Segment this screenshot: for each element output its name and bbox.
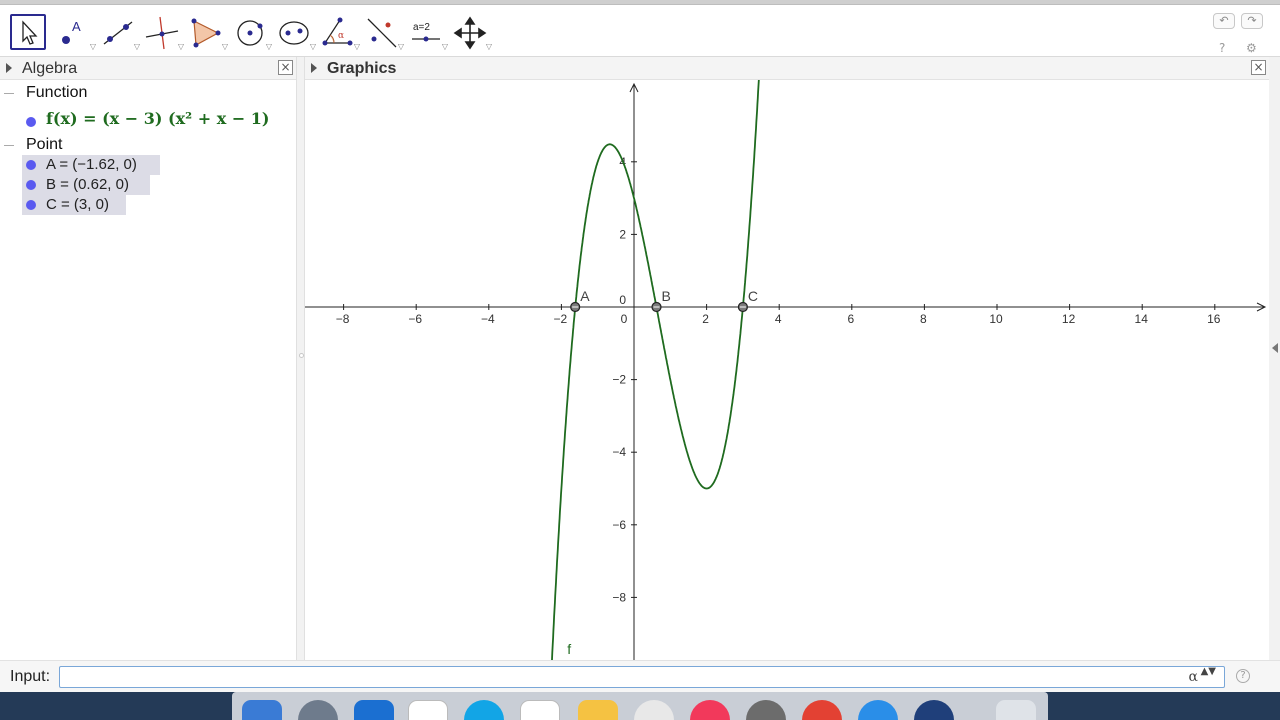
svg-text:a=2: a=2 (413, 22, 430, 33)
slider-tool-button[interactable]: a=2 ▽ (407, 14, 448, 51)
point-a-text: A = (−1.62, 0) (46, 156, 137, 173)
input-field[interactable]: α ▲▼ (59, 666, 1225, 688)
circle-with-center-icon (237, 20, 263, 46)
symbol-table-button[interactable]: α (1189, 669, 1198, 685)
redo-button[interactable]: ↷ (1241, 13, 1263, 29)
trash-dock-icon[interactable] (996, 700, 1036, 720)
visibility-toggle-icon[interactable] (26, 117, 36, 127)
category-function[interactable]: Function (0, 84, 296, 104)
algebra-title-bar: Algebra × (0, 57, 296, 80)
point-tool-button[interactable]: A ▽ (55, 14, 96, 51)
sidebar-toggle[interactable] (1269, 57, 1280, 660)
point-b-item[interactable]: B = (0.62, 0) (22, 175, 150, 195)
point-c-label: C (748, 288, 758, 304)
y-tick-label: −8 (612, 590, 626, 604)
angle-tool-button[interactable]: α ▽ (319, 14, 360, 51)
visibility-toggle-icon[interactable] (26, 200, 36, 210)
drive-dock-icon[interactable] (578, 700, 618, 720)
category-point[interactable]: Point (0, 136, 296, 156)
visibility-toggle-icon[interactable] (26, 180, 36, 190)
undo-button[interactable]: ↶ (1213, 13, 1235, 29)
graphics-title: Graphics (327, 60, 397, 77)
function-f-label: f (567, 641, 571, 657)
reflect-about-line-icon (367, 18, 397, 48)
input-help-icon[interactable]: ? (1236, 669, 1250, 683)
point-b-label: B (662, 288, 671, 304)
x-tick-label: −6 (408, 312, 422, 326)
x-tick-label: −8 (336, 312, 350, 326)
x-tick-label: 2 (702, 312, 709, 326)
geogebra-dock-icon[interactable] (520, 700, 560, 720)
y-tick-label: −6 (612, 518, 626, 532)
algebra-view: Algebra × Function f(x) = (x − 3) (x² + … (0, 57, 296, 660)
category-function-label: Function (26, 84, 88, 101)
close-graphics-button[interactable]: × (1251, 60, 1266, 75)
finder-dock-icon[interactable] (242, 700, 282, 720)
x-tick-label: 16 (1207, 312, 1221, 326)
x-tick-label: 4 (775, 312, 782, 326)
line-tool-button[interactable]: ▽ (99, 14, 140, 51)
panel-splitter[interactable] (296, 57, 305, 660)
input-text[interactable] (66, 669, 1176, 685)
y-tick-label: 0 (619, 293, 626, 307)
x-tick-label: 14 (1135, 312, 1149, 326)
expand-triangle-icon[interactable] (6, 63, 12, 73)
reflect-tool-button[interactable]: ▽ (363, 14, 404, 51)
slider-icon: a=2 (412, 22, 440, 42)
toolbar: A ▽ ▽ ▽ ▽ ▽ ▽ α ▽ ▽ a=2 ▽ ▽ ↶ ↷ ? ⚙ (0, 5, 1280, 57)
splitter-grip-icon[interactable] (299, 353, 304, 358)
history-spinner[interactable]: ▲▼ (1201, 667, 1216, 677)
calendar-dock-icon[interactable] (408, 700, 448, 720)
close-algebra-button[interactable]: × (278, 60, 293, 75)
move-graphics-view-tool-button[interactable]: ▽ (451, 14, 492, 51)
perpendicular-line-tool-button[interactable]: ▽ (143, 14, 184, 51)
move-cross-arrows-icon (453, 16, 487, 50)
input-label: Input: (10, 668, 51, 685)
input-bar: Input: α ▲▼ ? (0, 660, 1280, 692)
point-c-item[interactable]: C = (3, 0) (22, 195, 126, 215)
point-icon: A (62, 19, 81, 44)
mail-dock-icon[interactable] (354, 700, 394, 720)
x-tick-label: −4 (481, 312, 495, 326)
polygon-tool-button[interactable]: ▽ (187, 14, 228, 51)
collapse-icon[interactable] (4, 93, 14, 94)
line-through-points-icon (103, 21, 133, 45)
geogebra-window: { "toolbar": { "tools": [ {"name": "move… (0, 0, 1280, 720)
y-tick-label: −2 (612, 373, 626, 387)
move-tool-button[interactable] (10, 14, 46, 50)
point-a-item[interactable]: A = (−1.62, 0) (22, 155, 160, 175)
svg-text:α: α (338, 31, 344, 41)
ellipse-icon (279, 21, 309, 45)
function-f-curve (551, 80, 760, 660)
angle-icon: α (322, 17, 353, 46)
ellipse-tool-button[interactable]: ▽ (275, 14, 316, 51)
expand-triangle-icon[interactable] (311, 63, 317, 73)
x-tick-label: 10 (989, 312, 1003, 326)
category-point-label: Point (26, 136, 63, 153)
x-tick-label: 0 (621, 312, 628, 326)
x-tick-label: −2 (554, 312, 568, 326)
graphics-canvas[interactable]: −8 −6 −4 −2 0 2 4 6 8 10 12 14 16420−2−4−6−8fA B C (305, 80, 1269, 660)
help-icon[interactable]: ? (1219, 41, 1225, 55)
point-a-label: A (580, 288, 590, 304)
polygon-icon (191, 18, 221, 48)
y-tick-label: 2 (619, 227, 626, 241)
point-c-text: C = (3, 0) (46, 196, 109, 213)
x-tick-label: 8 (920, 312, 927, 326)
point-b-text: B = (0.62, 0) (46, 176, 129, 193)
circle-tool-button[interactable]: ▽ (231, 14, 272, 51)
gear-icon[interactable]: ⚙ (1246, 41, 1257, 55)
function-f-text: f(x) = (x − 3) (x² + x − 1) (46, 109, 270, 128)
visibility-toggle-icon[interactable] (26, 160, 36, 170)
cursor-arrow-icon (22, 20, 38, 45)
svg-text:A: A (72, 19, 81, 34)
open-sidebar-arrow-icon[interactable] (1272, 343, 1278, 353)
collapse-icon[interactable] (4, 145, 14, 146)
graphics-title-bar: Graphics × (305, 57, 1269, 80)
x-tick-label: 12 (1062, 312, 1076, 326)
perpendicular-line-icon (145, 16, 179, 50)
x-tick-label: 6 (847, 312, 854, 326)
algebra-title: Algebra (22, 60, 78, 77)
y-tick-label: −4 (612, 445, 626, 459)
